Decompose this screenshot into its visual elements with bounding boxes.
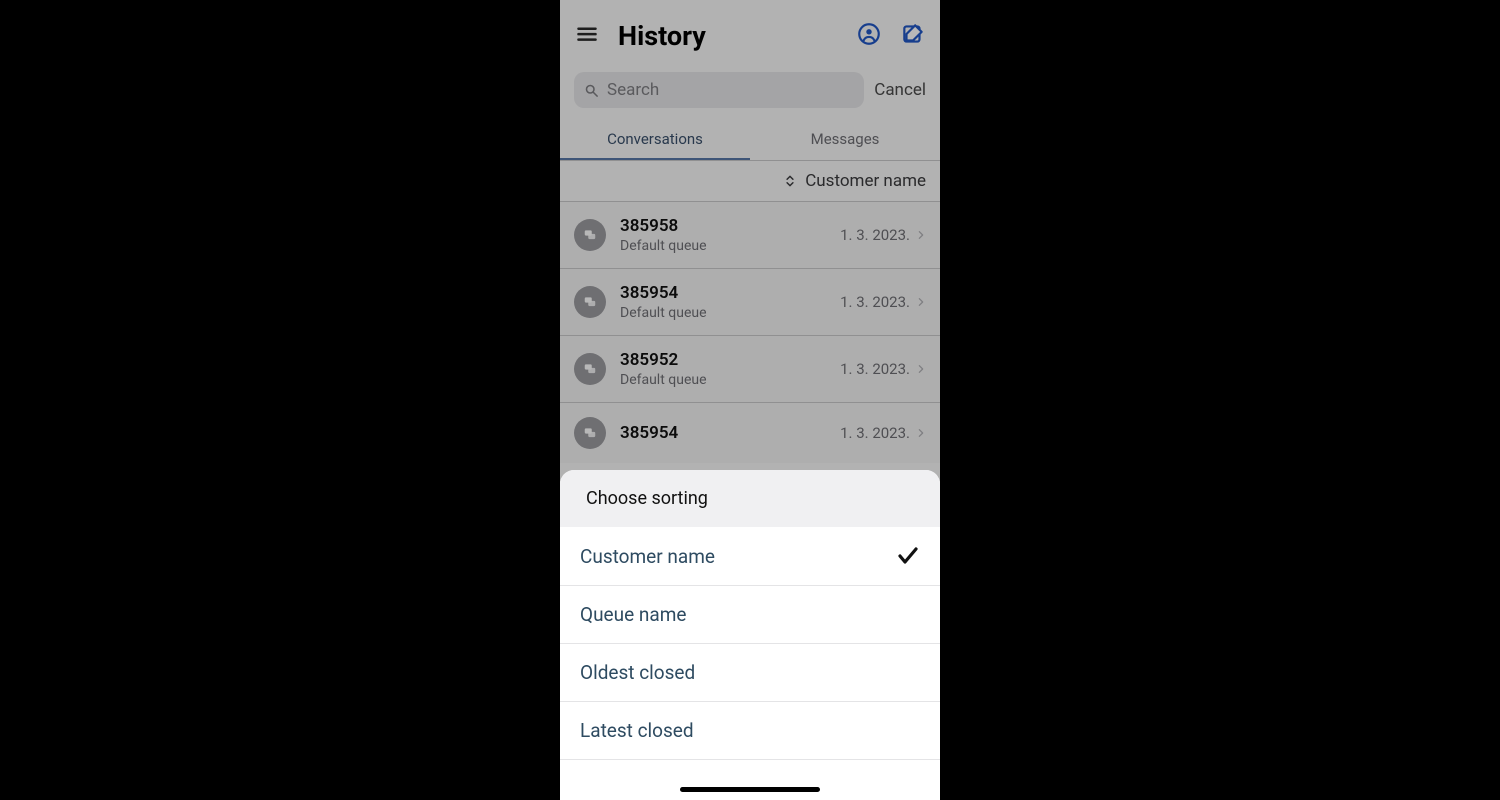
contact-button[interactable] <box>856 21 882 51</box>
conversation-date: 1. 3. 2023. <box>840 226 910 244</box>
page-title: History <box>618 20 706 52</box>
hamburger-icon <box>574 21 600 47</box>
compose-icon <box>900 21 926 47</box>
sort-option-label: Queue name <box>580 603 686 626</box>
compose-button[interactable] <box>900 21 926 51</box>
conversation-queue: Default queue <box>620 305 826 321</box>
conversation-date: 1. 3. 2023. <box>840 424 910 442</box>
home-indicator[interactable] <box>680 787 820 792</box>
chat-bubbles-icon <box>583 426 597 440</box>
tabs: Conversations Messages <box>560 120 940 161</box>
conversation-list: 385958 Default queue 1. 3. 2023. 385954 … <box>560 202 940 463</box>
sort-sheet: Choose sorting Customer name Queue name … <box>560 470 940 800</box>
tab-messages[interactable]: Messages <box>750 120 940 160</box>
sort-option-latest-closed[interactable]: Latest closed <box>560 701 940 760</box>
sort-option-label: Customer name <box>580 545 715 568</box>
chat-bubbles-icon <box>583 295 597 309</box>
chevron-right-icon <box>916 228 926 242</box>
sort-trigger[interactable]: Customer name <box>560 161 940 202</box>
menu-button[interactable] <box>574 21 600 51</box>
sort-label: Customer name <box>805 171 926 191</box>
conversation-row[interactable]: 385958 Default queue 1. 3. 2023. <box>560 202 940 269</box>
conversation-avatar <box>574 219 606 251</box>
sort-option-label: Latest closed <box>580 719 694 742</box>
conversation-avatar <box>574 417 606 449</box>
conversation-id: 385958 <box>620 216 826 236</box>
conversation-date: 1. 3. 2023. <box>840 360 910 378</box>
conversation-avatar <box>574 286 606 318</box>
sort-option-customer-name[interactable]: Customer name <box>560 527 940 585</box>
conversation-queue: Default queue <box>620 372 826 388</box>
conversation-id: 385954 <box>620 423 826 443</box>
search-placeholder: Search <box>607 80 659 100</box>
check-icon <box>896 544 920 568</box>
sort-option-label: Oldest closed <box>580 661 695 684</box>
sort-option-oldest-closed[interactable]: Oldest closed <box>560 643 940 701</box>
conversation-row[interactable]: 385954 Default queue 1. 3. 2023. <box>560 269 940 336</box>
sort-option-queue-name[interactable]: Queue name <box>560 585 940 643</box>
chevron-right-icon <box>916 295 926 309</box>
tab-conversations[interactable]: Conversations <box>560 120 750 160</box>
conversation-queue: Default queue <box>620 238 826 254</box>
conversation-id: 385952 <box>620 350 826 370</box>
search-row: Search Cancel <box>560 62 940 120</box>
phone-screen: History Search Cancel Conv <box>560 0 940 800</box>
conversation-row[interactable]: 385952 Default queue 1. 3. 2023. <box>560 336 940 403</box>
chat-bubbles-icon <box>583 228 597 242</box>
conversation-id: 385954 <box>620 283 826 303</box>
sheet-title: Choose sorting <box>560 470 940 527</box>
headset-icon <box>856 21 882 47</box>
conversation-avatar <box>574 353 606 385</box>
cancel-button[interactable]: Cancel <box>874 80 926 100</box>
search-icon <box>584 83 599 98</box>
sort-arrows-icon <box>783 174 797 188</box>
chat-bubbles-icon <box>583 362 597 376</box>
conversation-row[interactable]: 385954 1. 3. 2023. <box>560 403 940 463</box>
header: History <box>560 0 940 62</box>
chevron-right-icon <box>916 426 926 440</box>
chevron-right-icon <box>916 362 926 376</box>
conversation-date: 1. 3. 2023. <box>840 293 910 311</box>
search-input[interactable]: Search <box>574 72 864 108</box>
